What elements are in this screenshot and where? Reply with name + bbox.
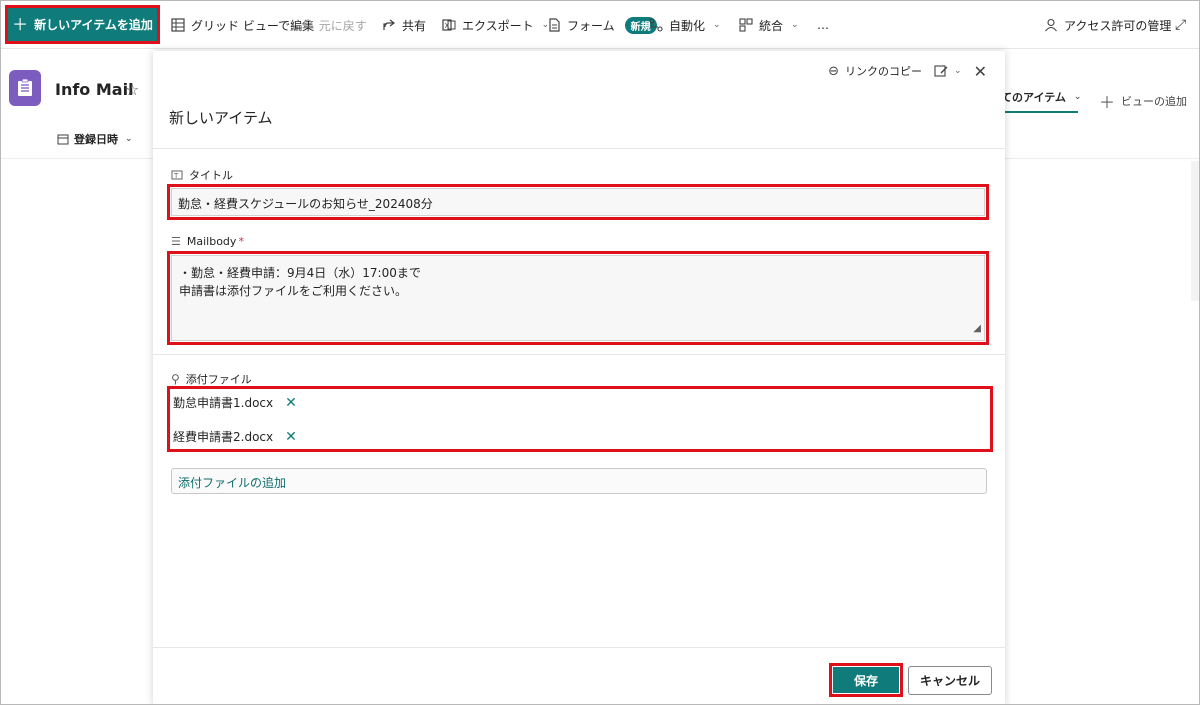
column-header-label: 登録日時 xyxy=(74,133,118,146)
title-label-text: タイトル xyxy=(189,169,233,182)
add-attachment-button[interactable]: 添付ファイルの追加 xyxy=(171,468,987,494)
grid-icon xyxy=(171,18,185,32)
copy-link-label: リンクのコピー xyxy=(845,65,923,78)
new-item-panel: ⊖ リンクのコピー ⌄ ✕ 新しいアイテム T タイトル 勤怠・経費スケジュール… xyxy=(153,51,1005,704)
mailbody-field-label: ☰ Mailbody * xyxy=(171,235,244,248)
link-icon: ⊖ xyxy=(828,63,840,79)
cancel-button[interactable]: キャンセル xyxy=(908,666,992,695)
expand-button[interactable]: ⤢ xyxy=(1175,15,1186,35)
panel-title: 新しいアイテム xyxy=(169,109,273,127)
view-tab-all-items[interactable]: てのアイテム ⌄ xyxy=(1001,89,1081,105)
mailbody-label-text: Mailbody xyxy=(186,235,237,248)
manage-access-label: アクセス許可の管理 xyxy=(1064,18,1172,33)
list-app-icon xyxy=(9,70,41,106)
integrate-icon xyxy=(739,18,753,32)
command-bar: ＋ 新しいアイテムを追加 グリッド ビューで編集 ↶ 元に戻す 共有 X エクス… xyxy=(1,1,1199,49)
required-marker: * xyxy=(238,235,244,248)
view-tab-label: てのアイテム xyxy=(1001,91,1066,104)
paperclip-icon: ⚲ xyxy=(171,372,180,386)
person-icon xyxy=(1045,18,1057,32)
attachment-filename[interactable]: 勤怠申請書1.docx xyxy=(173,394,273,411)
copy-link-button[interactable]: ⊖ リンクのコピー xyxy=(828,63,922,79)
close-icon: ✕ xyxy=(973,61,987,81)
grid-edit-label: グリッド ビューで編集 xyxy=(191,18,315,33)
automate-icon xyxy=(649,18,663,32)
add-new-item-label: 新しいアイテムを追加 xyxy=(34,18,153,32)
add-view-button[interactable]: ＋ ビューの追加 xyxy=(1099,89,1187,113)
undo-label: 元に戻す xyxy=(318,18,367,33)
title-input[interactable]: 勤怠・経費スケジュールのお知らせ_202408分 xyxy=(167,184,989,220)
chevron-down-icon: ⌄ xyxy=(1073,92,1082,102)
title-field-label: T タイトル xyxy=(171,167,233,183)
plus-icon: ＋ xyxy=(12,14,29,34)
share-button[interactable]: 共有 xyxy=(382,15,426,35)
panel-top-actions: ⊖ リンクのコピー ⌄ ✕ xyxy=(828,61,987,81)
edit-form-button[interactable]: ⌄ xyxy=(934,64,962,78)
undo-icon: ↶ xyxy=(301,17,313,33)
manage-access-button[interactable]: アクセス許可の管理 xyxy=(1044,15,1171,35)
form-icon xyxy=(549,18,560,32)
excel-icon: X xyxy=(442,19,456,31)
resize-grip-icon[interactable]: ◢ xyxy=(973,320,981,338)
expand-icon: ⤢ xyxy=(1175,17,1187,33)
export-label: エクスポート xyxy=(462,18,534,33)
favorite-star-icon[interactable]: ☆ xyxy=(125,80,139,99)
attachment-filename[interactable]: 経費申請書2.docx xyxy=(173,428,273,445)
more-button[interactable]: … xyxy=(817,15,829,35)
chevron-down-icon: ⌄ xyxy=(791,20,799,30)
multiline-text-icon: ☰ xyxy=(171,235,181,248)
form-label: フォーム xyxy=(567,18,615,33)
remove-attachment-icon[interactable]: ✕ xyxy=(285,430,297,444)
svg-text:T: T xyxy=(173,172,179,180)
save-button[interactable]: 保存 xyxy=(829,663,903,697)
attachments-list: 勤怠申請書1.docx ✕ 経費申請書2.docx ✕ xyxy=(167,386,993,452)
footer-divider xyxy=(153,647,1005,648)
mailbody-textarea[interactable]: ・勤怠・経費申請：9月4日（水）17:00まで 申請書は添付ファイルをご利用くだ… xyxy=(167,251,989,345)
text-field-icon: T xyxy=(171,170,183,180)
more-icon: … xyxy=(817,18,829,32)
attachments-field-label: ⚲ 添付ファイル xyxy=(171,371,252,387)
list-title: Info Mail xyxy=(55,80,134,99)
view-tab-underline xyxy=(1001,111,1078,113)
calendar-icon xyxy=(57,134,69,145)
grid-edit-button[interactable]: グリッド ビューで編集 xyxy=(171,15,314,35)
integrate-button[interactable]: 統合 ⌄ xyxy=(739,15,799,35)
chevron-down-icon: ⌄ xyxy=(713,20,721,30)
chevron-down-icon: ⌄ xyxy=(954,66,962,76)
plus-icon: ＋ xyxy=(1099,93,1116,112)
svg-text:X: X xyxy=(445,22,450,30)
attachment-item: 経費申請書2.docx ✕ xyxy=(173,428,297,445)
export-button[interactable]: X エクスポート ⌄ xyxy=(442,15,549,35)
section-divider xyxy=(153,354,1005,355)
mailbody-line: ・勤怠・経費申請：9月4日（水）17:00まで xyxy=(179,266,421,280)
close-panel-button[interactable]: ✕ xyxy=(974,62,987,81)
share-label: 共有 xyxy=(402,18,427,33)
edit-form-icon xyxy=(934,65,948,77)
list-scrollbar[interactable] xyxy=(1191,161,1199,301)
form-button[interactable]: フォーム 新規 xyxy=(547,15,657,35)
panel-title-divider xyxy=(153,148,1005,149)
app-window: ＋ 新しいアイテムを追加 グリッド ビューで編集 ↶ 元に戻す 共有 X エクス… xyxy=(0,0,1200,705)
add-view-label: ビューの追加 xyxy=(1121,95,1188,108)
chevron-down-icon: ⌄ xyxy=(125,134,133,144)
column-header-registered-date[interactable]: 登録日時 ⌄ xyxy=(57,131,133,147)
attachment-item: 勤怠申請書1.docx ✕ xyxy=(173,394,297,411)
automate-button[interactable]: 自動化 ⌄ xyxy=(649,15,721,35)
integrate-label: 統合 xyxy=(759,18,784,33)
attachments-label-text: 添付ファイル xyxy=(185,373,252,386)
mailbody-line: 申請書は添付ファイルをご利用ください。 xyxy=(179,284,408,298)
undo-button[interactable]: ↶ 元に戻す xyxy=(301,15,367,35)
add-new-item-button[interactable]: ＋ 新しいアイテムを追加 xyxy=(5,5,160,44)
automate-label: 自動化 xyxy=(669,18,706,33)
share-icon xyxy=(383,19,395,30)
remove-attachment-icon[interactable]: ✕ xyxy=(285,396,297,410)
